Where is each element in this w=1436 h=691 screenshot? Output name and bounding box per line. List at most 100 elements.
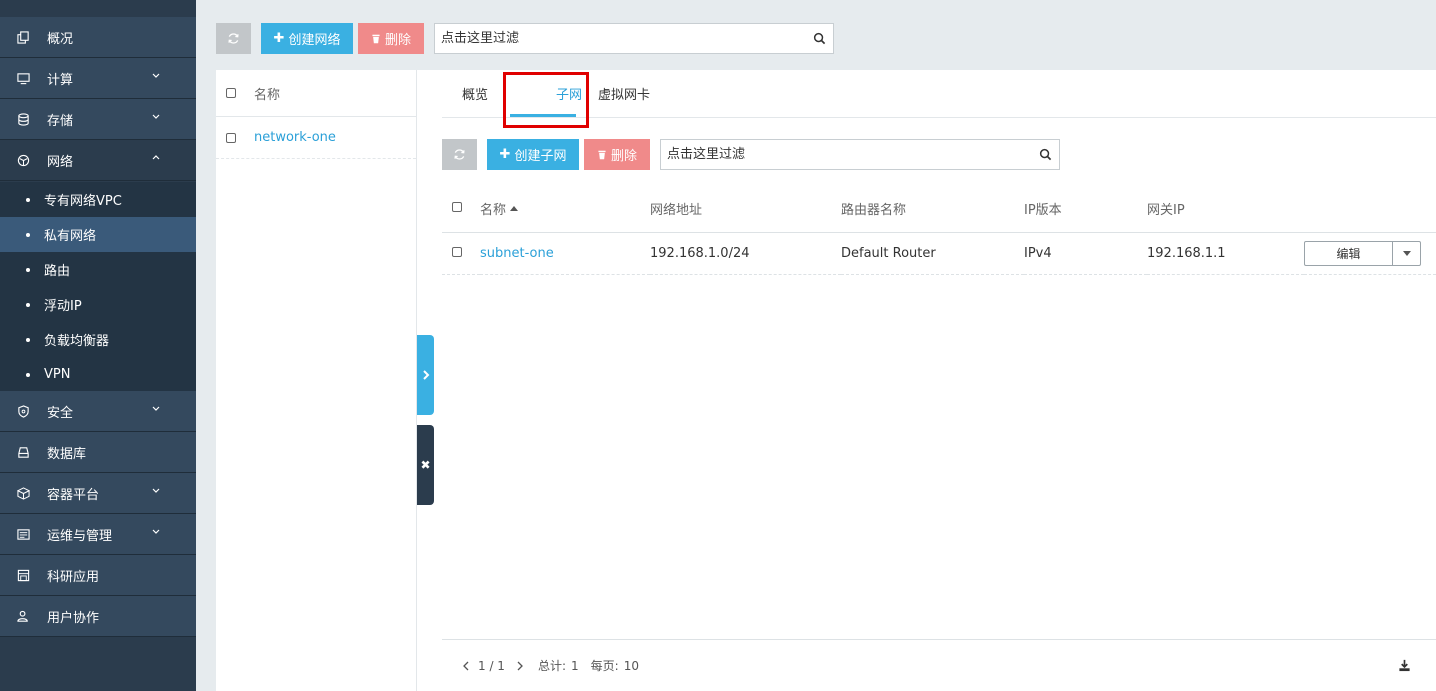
delete-subnet-button[interactable]: 删除 [584,139,650,170]
bullet-icon [26,232,30,237]
table-row: subnet-one 192.168.1.0/24 Default Router… [442,232,1436,275]
shield-icon [16,404,30,418]
row-checkbox[interactable] [226,132,236,143]
sidebar-subitem-router[interactable]: 路由 [0,252,196,287]
delete-network-button[interactable]: 删除 [358,23,424,54]
header-checkbox-cell [442,186,480,233]
row-checkbox[interactable] [452,246,462,257]
select-all-checkbox[interactable] [226,88,236,98]
sidebar-item-label: 计算 [47,72,74,88]
refresh-button[interactable] [216,23,251,54]
sidebar-item-overview[interactable]: 概况 [0,17,196,58]
network-list-panel: 名称 network-one [216,70,417,691]
sidebar-subitem-label: VPN [44,367,71,382]
edit-button[interactable]: 编辑 [1305,241,1393,265]
expand-panel-handle[interactable] [417,335,434,415]
tab-overview[interactable]: 概览 [462,70,488,117]
per-page-count: 10 [623,658,639,673]
active-tab-indicator [510,114,576,117]
bullet-icon [26,267,30,272]
tab-label: 虚拟网卡 [598,88,651,103]
network-name-link[interactable]: network-one [254,130,336,145]
sidebar-item-label: 运维与管理 [47,528,113,544]
search-icon[interactable] [1031,148,1059,161]
table-header-row: 名称 网络地址 路由器名称 IP版本 网关IP [442,186,1436,233]
chevron-right-icon [422,370,429,380]
sidebar-item-collaboration[interactable]: 用户协作 [0,596,196,637]
column-header-label: 网络地址 [650,203,703,219]
sidebar-subitem-vpn[interactable]: VPN [0,357,196,392]
create-network-label: 创建网络 [288,33,341,48]
sidebar-item-ops[interactable]: 运维与管理 [0,514,196,555]
sidebar-item-network[interactable]: 网络 [0,140,196,181]
create-subnet-label: 创建子网 [514,149,567,164]
cell-cidr: 192.168.1.0/24 [650,232,841,275]
network-list-header: 名称 [216,70,416,117]
per-page-label: 每页: [590,659,619,673]
sidebar-item-security[interactable]: 安全 [0,391,196,432]
server-icon [16,445,30,459]
subnet-name-link[interactable]: subnet-one [480,246,554,261]
column-header-label: 网关IP [1147,203,1185,219]
chevron-down-icon [152,114,160,119]
column-header-router[interactable]: 路由器名称 [841,186,1024,233]
chevron-down-icon [152,406,160,411]
select-all-checkbox[interactable] [452,202,462,213]
sidebar-subitem-load-balancer[interactable]: 负载均衡器 [0,322,196,357]
create-subnet-button[interactable]: ✚ 创建子网 [487,139,579,170]
sidebar-item-compute[interactable]: 计算 [0,58,196,99]
console-icon [16,527,30,541]
column-header-gateway[interactable]: 网关IP [1147,186,1304,233]
sidebar-item-label: 存储 [47,113,74,129]
subnet-table: 名称 网络地址 路由器名称 IP版本 网关IP subnet-one 192.1… [442,186,1436,275]
sidebar-subitem-floating-ip[interactable]: 浮动IP [0,287,196,322]
network-detail-panel: 概览 子网 虚拟网卡 ✚ 创建子网 删除 名称 网络地址 路由器名称 IP版本 … [417,70,1436,691]
total-count: 1 [571,658,579,673]
sidebar-item-label: 概况 [47,31,74,47]
actions-dropdown-button[interactable] [1393,242,1420,265]
network-search-input[interactable] [435,24,805,53]
tab-subnets[interactable]: 子网 [556,70,582,117]
sidebar-item-research[interactable]: 科研应用 [0,555,196,596]
cell-actions: 编辑 [1304,232,1436,275]
close-panel-handle[interactable]: ✖ [417,425,434,505]
chevron-down-icon [152,529,160,534]
chevron-right-icon[interactable] [516,661,524,671]
create-network-button[interactable]: ✚ 创建网络 [261,23,353,54]
subnet-refresh-button[interactable] [442,139,477,170]
edit-button-label: 编辑 [1336,246,1361,261]
subnet-search [660,139,1060,170]
sidebar-item-label: 安全 [47,405,74,421]
network-search [434,23,834,54]
close-icon: ✖ [420,458,431,472]
detail-tabs: 概览 子网 虚拟网卡 [442,70,1436,118]
chevron-left-icon[interactable] [462,661,470,671]
monitor-icon [16,71,30,85]
column-header-ip-version[interactable]: IP版本 [1024,186,1147,233]
subnet-search-input[interactable] [661,140,1031,169]
column-header-name[interactable]: 名称 [480,186,650,233]
cell-name: subnet-one [480,232,650,275]
plus-icon: ✚ [273,31,285,46]
total-label: 总计: [537,659,566,673]
sidebar-subitem-private-network[interactable]: 私有网络 [0,217,196,252]
list-item[interactable]: network-one [216,117,416,159]
tab-virtual-nics[interactable]: 虚拟网卡 [598,70,650,117]
delete-subnet-label: 删除 [610,149,637,164]
search-icon[interactable] [805,32,833,45]
sidebar-subitem-vpc[interactable]: 专有网络VPC [0,182,196,217]
lab-icon [16,568,30,582]
sidebar-item-database[interactable]: 数据库 [0,432,196,473]
cell-router: Default Router [841,232,1024,275]
chevron-up-icon [152,155,160,160]
column-header-cidr[interactable]: 网络地址 [650,186,841,233]
sidebar-item-storage[interactable]: 存储 [0,99,196,140]
delete-network-label: 删除 [384,33,411,48]
download-icon[interactable] [1398,659,1411,672]
sidebar-item-label: 科研应用 [47,569,100,585]
sidebar-item-label: 网络 [47,154,74,170]
trash-icon [372,34,380,43]
sidebar-item-container-platform[interactable]: 容器平台 [0,473,196,514]
network-list-header-label: 名称 [254,87,281,103]
copy-icon [16,30,30,44]
